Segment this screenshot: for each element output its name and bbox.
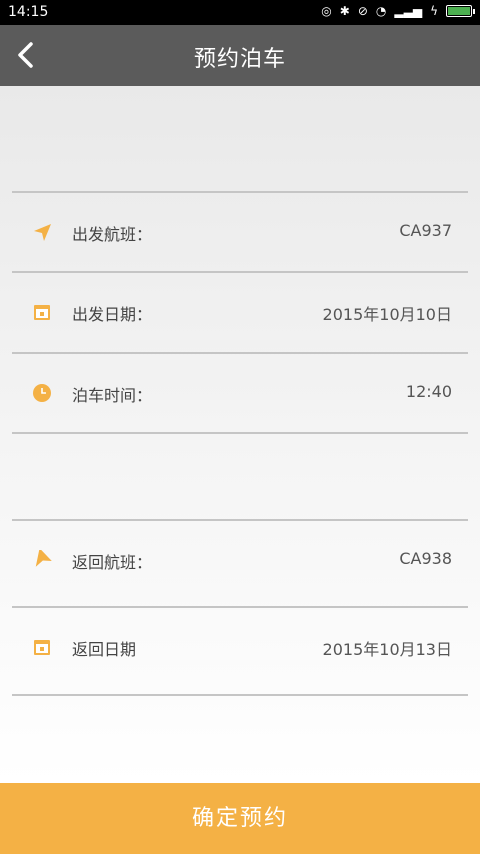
- charging-icon: ϟ: [430, 4, 438, 18]
- booking-form: 出发航班： CA937 出发日期： 2015年10月10日 泊车时间： 12:4…: [0, 86, 480, 783]
- divider: [12, 432, 468, 434]
- send-icon: [34, 224, 51, 241]
- row-departure-flight[interactable]: 出发航班： CA937: [12, 193, 468, 272]
- status-time: 14:15: [8, 4, 49, 20]
- wifi-icon: ◔: [375, 4, 387, 18]
- app-bar: 预约泊车: [0, 25, 480, 86]
- row-return-flight[interactable]: 返回航班： CA938: [12, 521, 468, 600]
- clock-icon: [33, 384, 51, 402]
- vibrate-icon: ⊘: [357, 4, 368, 18]
- return-flight-icon: [35, 550, 52, 567]
- calendar-icon: [34, 305, 50, 320]
- row-value: CA937: [399, 221, 452, 240]
- page-title: 预约泊车: [193, 47, 286, 72]
- row-label: 返回航班：: [72, 553, 153, 572]
- status-bar: 14:15 ◎ ✱ ⊘ ◔ ▂▃▅ ϟ: [0, 0, 480, 25]
- row-label: 返回日期: [72, 640, 137, 659]
- row-parking-time[interactable]: 泊车时间： 12:40: [12, 354, 468, 433]
- confirm-booking-button[interactable]: 确定预约: [0, 783, 480, 854]
- alarm-icon: ◎: [321, 4, 332, 18]
- divider: [12, 694, 468, 696]
- status-icons: ◎ ✱ ⊘ ◔ ▂▃▅ ϟ: [321, 4, 475, 18]
- battery-icon: [446, 5, 475, 17]
- row-value: 12:40: [405, 382, 452, 401]
- row-departure-date[interactable]: 出发日期： 2015年10月10日: [12, 273, 468, 352]
- row-label: 泊车时间：: [72, 386, 153, 405]
- calendar-icon: [34, 640, 50, 655]
- signal-icon: ▂▃▅: [394, 4, 423, 18]
- row-return-date[interactable]: 返回日期 2015年10月13日: [12, 608, 468, 687]
- row-value: 2015年10月13日: [322, 640, 452, 659]
- row-label: 出发日期：: [72, 305, 153, 324]
- row-value: 2015年10月10日: [322, 305, 452, 324]
- row-value: CA938: [399, 549, 452, 568]
- row-label: 出发航班：: [72, 225, 153, 244]
- bluetooth-icon: ✱: [339, 4, 350, 18]
